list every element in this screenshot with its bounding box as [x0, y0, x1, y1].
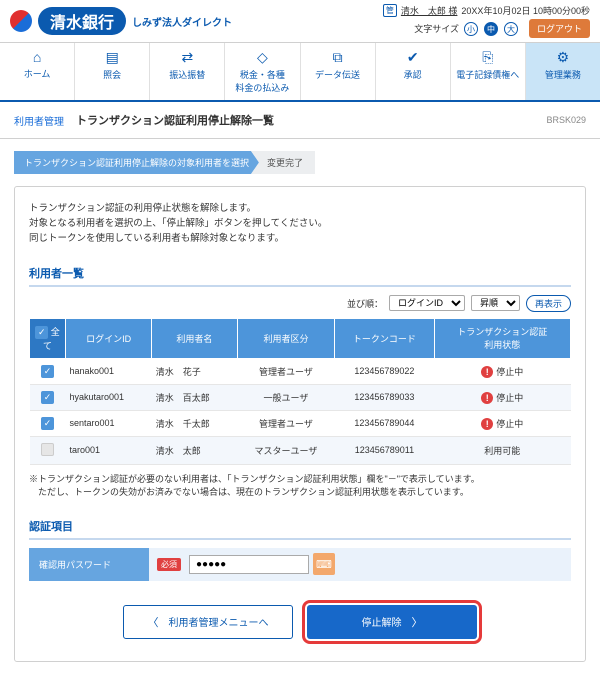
font-size-large[interactable]: 大	[504, 22, 518, 36]
data-icon: ⧉	[303, 49, 373, 66]
font-size-medium[interactable]: 中	[484, 22, 498, 36]
cell-token: 123456789022	[335, 358, 434, 384]
crumb-category: 利用者管理	[14, 113, 64, 128]
col-name: 利用者名	[152, 318, 237, 358]
nav-transfer[interactable]: ⇄振込振替	[150, 43, 225, 100]
sort-controls: 並び順： ログインID 昇順 再表示	[29, 295, 571, 312]
cell-status: !停止中	[434, 384, 570, 410]
col-role: 利用者区分	[237, 318, 335, 358]
software-keyboard-button[interactable]: ⌨	[313, 553, 335, 575]
step-2: 変更完了	[251, 151, 315, 174]
password-label: 確認用パスワード	[29, 548, 149, 581]
mgmt-badge: 管	[383, 4, 397, 17]
logout-button[interactable]: ログアウト	[529, 19, 590, 38]
checkbox-icon: ✓	[35, 326, 48, 339]
doc-icon: ▤	[77, 49, 147, 66]
admin-icon: ⚙	[528, 49, 598, 66]
password-input[interactable]	[189, 555, 309, 574]
col-token: トークンコード	[335, 318, 434, 358]
col-select-all[interactable]: ✓ 全て	[30, 318, 66, 358]
login-datetime: 20XX年10月02日 10時00分00秒	[461, 4, 590, 17]
table-row: ✓ sentaro001清水 千太郎管理者ユーザ123456789044!停止中	[30, 410, 571, 436]
cell-status: 利用可能	[434, 436, 570, 464]
row-checkbox[interactable]: ✓	[41, 365, 54, 378]
cell-token: 123456789044	[335, 410, 434, 436]
user-name[interactable]: 清水 太郎 様	[401, 4, 458, 17]
col-login: ログインID	[66, 318, 152, 358]
nav-data[interactable]: ⧉データ伝送	[301, 43, 376, 100]
cell-login: hyakutaro001	[66, 384, 152, 410]
chevron-right-icon: 〉	[412, 614, 423, 630]
cell-role: 管理者ユーザ	[237, 358, 335, 384]
required-badge: 必須	[157, 558, 181, 571]
warning-icon: !	[481, 366, 493, 378]
bank-subtitle: しみず法人ダイレクト	[132, 14, 232, 29]
edoc-icon: ⎘	[453, 49, 523, 66]
nav-admin[interactable]: ⚙管理業務	[526, 43, 600, 100]
refresh-button[interactable]: 再表示	[526, 295, 571, 312]
transfer-icon: ⇄	[152, 49, 222, 66]
cell-login: sentaro001	[66, 410, 152, 436]
chevron-left-icon: 〈	[148, 614, 159, 630]
cell-name: 清水 太郎	[152, 436, 237, 464]
nav-tax[interactable]: ◇税金・各種 料金の払込み	[225, 43, 300, 100]
cell-login: hanako001	[66, 358, 152, 384]
font-size-label: 文字サイズ	[414, 22, 459, 35]
warning-icon: !	[481, 392, 493, 404]
cell-role: マスターユーザ	[237, 436, 335, 464]
intro-text: トランザクション認証の利用停止状態を解除します。 対象となる利用者を選択の上、「…	[29, 201, 571, 247]
sort-label: 並び順：	[347, 297, 383, 310]
cell-role: 管理者ユーザ	[237, 410, 335, 436]
user-area: 管 清水 太郎 様 20XX年10月02日 10時00分00秒 文字サイズ 小 …	[383, 4, 590, 38]
cell-login: taro001	[66, 436, 152, 464]
table-row: ✓ hyakutaro001清水 百太郎一般ユーザ123456789033!停止中	[30, 384, 571, 410]
cell-status: !停止中	[434, 358, 570, 384]
cell-name: 清水 百太郎	[152, 384, 237, 410]
font-size-small[interactable]: 小	[464, 22, 478, 36]
users-table: ✓ 全て ログインID 利用者名 利用者区分 トークンコード トランザクション認…	[29, 318, 571, 465]
cell-status: !停止中	[434, 410, 570, 436]
bank-name: 清水銀行	[38, 7, 126, 35]
header: 清水銀行 しみず法人ダイレクト 管 清水 太郎 様 20XX年10月02日 10…	[0, 0, 600, 42]
screen-code: BRSK029	[546, 115, 586, 125]
check-icon: ✔	[378, 49, 448, 66]
cell-name: 清水 花子	[152, 358, 237, 384]
cell-name: 清水 千太郎	[152, 410, 237, 436]
nav-approve[interactable]: ✔承認	[376, 43, 451, 100]
breadcrumb: 利用者管理 トランザクション認証利用停止解除一覧 BRSK029	[0, 102, 600, 139]
nav-edoc[interactable]: ⎘電子記録債権へ	[451, 43, 526, 100]
button-row: 〈利用者管理メニューへ 停止解除〉	[29, 605, 571, 647]
main-panel: トランザクション認証の利用停止状態を解除します。 対象となる利用者を選択の上、「…	[14, 186, 586, 662]
col-status: トランザクション認証 利用状態	[434, 318, 570, 358]
row-checkbox[interactable]: ✓	[41, 417, 54, 430]
table-row: taro001清水 太郎マスターユーザ123456789011利用可能	[30, 436, 571, 464]
submit-button[interactable]: 停止解除〉	[307, 605, 477, 639]
step-1: トランザクション認証利用停止解除の対象利用者を選択	[14, 151, 259, 174]
table-note: ※トランザクション認証が必要のない利用者は、「トランザクション認証利用状態」欄を…	[29, 473, 571, 500]
warning-icon: !	[481, 418, 493, 430]
main-nav: ⌂ホーム ▤照会 ⇄振込振替 ◇税金・各種 料金の払込み ⧉データ伝送 ✔承認 …	[0, 42, 600, 102]
row-checkbox	[41, 443, 54, 456]
sort-order-select[interactable]: 昇順	[471, 295, 520, 311]
cell-token: 123456789033	[335, 384, 434, 410]
table-row: ✓ hanako001清水 花子管理者ユーザ123456789022!停止中	[30, 358, 571, 384]
tax-icon: ◇	[227, 49, 297, 66]
step-indicator: トランザクション認証利用停止解除の対象利用者を選択 変更完了	[14, 151, 586, 174]
bank-logo-icon	[10, 10, 32, 32]
cell-role: 一般ユーザ	[237, 384, 335, 410]
nav-home[interactable]: ⌂ホーム	[0, 43, 75, 100]
sort-field-select[interactable]: ログインID	[389, 295, 465, 311]
page-title: トランザクション認証利用停止解除一覧	[76, 112, 274, 128]
back-button[interactable]: 〈利用者管理メニューへ	[123, 605, 293, 639]
home-icon: ⌂	[2, 49, 72, 65]
auth-row: 確認用パスワード 必須 ⌨	[29, 548, 571, 581]
nav-inquiry[interactable]: ▤照会	[75, 43, 150, 100]
row-checkbox[interactable]: ✓	[41, 391, 54, 404]
section-auth-title: 認証項目	[29, 518, 571, 540]
cell-token: 123456789011	[335, 436, 434, 464]
section-users-title: 利用者一覧	[29, 265, 571, 287]
